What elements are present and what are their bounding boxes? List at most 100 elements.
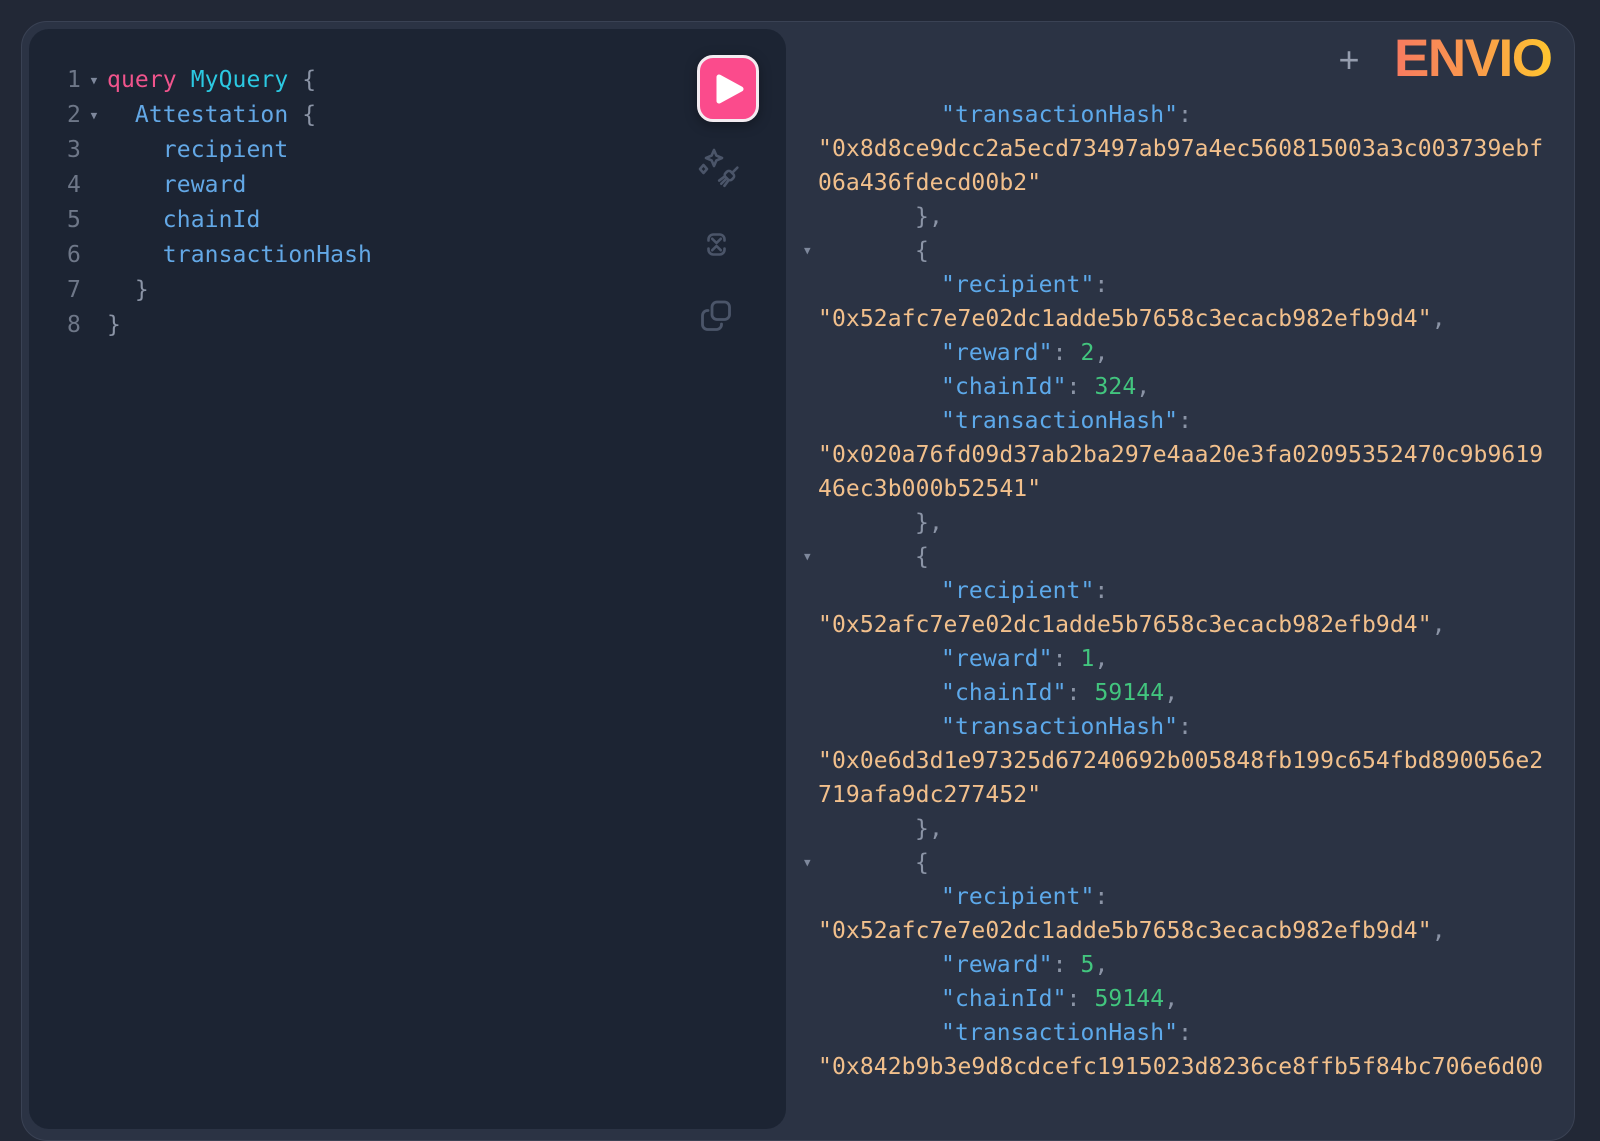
code-token: "chainId" [941,986,1067,1012]
editor-line[interactable]: 2▼ Attestation { [29,98,786,133]
code-token: , [1136,374,1150,400]
graphiql-app: { "colors": { "page_bg": "#222836", "car… [0,0,1600,1103]
editor-code: } [107,308,121,343]
code-token: : [1067,680,1095,706]
response-line: "recipient": [818,268,1575,302]
response-line: "0x842b9b3e9d8cdcefc1915023d8236ce8ffb5f… [818,1050,1575,1084]
code-token: reward [163,172,247,198]
code-token: MyQuery [191,67,289,93]
code-token: : [1178,714,1192,740]
response-line: "recipient": [818,574,1575,608]
code-token: "0x8d8ce9dcc2a5ecd73497ab97a4ec560815003… [818,136,1543,162]
code-token: { [915,238,929,264]
response-line: }, [818,812,1575,846]
response-line: "chainId": 59144, [818,982,1575,1016]
editor-code: transactionHash [107,238,372,273]
code-token: , [1432,612,1446,638]
fold-marker[interactable]: ▼ [81,63,107,98]
code-token: "chainId" [941,374,1067,400]
code-token: { [288,102,316,128]
code-token [107,172,163,198]
code-token: 324 [1094,374,1136,400]
code-token: : [1067,374,1095,400]
code-token: , [1432,306,1446,332]
code-token: 719afa9dc277452" [818,782,1041,808]
code-token: 2 [1080,340,1094,366]
editor-code: query MyQuery { [107,63,316,98]
response-viewer: "transactionHash": "0x8d8ce9dcc2a5ecd7349… [818,98,1575,1084]
response-line: "0x020a76fd09d37ab2ba297e4aa20e3fa020953… [818,438,1575,472]
response-line: "transactionHash": [818,710,1575,744]
code-token: }, [915,510,943,536]
code-token: "reward" [941,646,1053,672]
code-token: "0x52afc7e7e02dc1adde5b7658c3ecacb982efb… [818,612,1432,638]
line-number: 8 [29,308,81,343]
code-token: "transactionHash" [941,714,1178,740]
code-token: "reward" [941,952,1053,978]
editor-line[interactable]: 5 chainId [29,203,786,238]
code-token: : [1094,884,1108,910]
response-line: 06a436fdecd00b2" [818,166,1575,200]
code-token [107,102,135,128]
response-line: "0x8d8ce9dcc2a5ecd73497ab97a4ec560815003… [818,132,1575,166]
code-token: , [1164,680,1178,706]
code-token: , [1432,918,1446,944]
collapse-marker[interactable]: ▼ [804,846,811,880]
response-line: }, [818,506,1575,540]
merge-fragments-button[interactable] [698,226,735,263]
code-token [107,242,163,268]
collapse-marker[interactable]: ▼ [804,234,811,268]
copy-button[interactable] [696,296,736,338]
editor-line[interactable]: 6 transactionHash [29,238,786,273]
code-token: Attestation [135,102,288,128]
editor-line[interactable]: 1▼query MyQuery { [29,63,786,98]
fold-marker-empty [81,308,107,343]
response-line: "chainId": 59144, [818,676,1575,710]
line-number: 4 [29,168,81,203]
code-token: : [1053,340,1081,366]
response-line: "reward": 5, [818,948,1575,982]
code-token: : [1053,952,1081,978]
response-line: "reward": 1, [818,642,1575,676]
merge-fragments-icon [698,226,735,263]
code-token [107,137,163,163]
code-token: : [1067,986,1095,1012]
editor-code: chainId [107,203,260,238]
code-token: "recipient" [941,272,1094,298]
response-line: 46ec3b000b52541" [818,472,1575,506]
code-token: , [1164,986,1178,1012]
editor-line[interactable]: 8} [29,308,786,343]
code-token: "0x0e6d3d1e97325d67240692b005848fb199c65… [818,748,1543,774]
editor-line[interactable]: 7 } [29,273,786,308]
code-token: "0x52afc7e7e02dc1adde5b7658c3ecacb982efb… [818,306,1432,332]
code-token: "transactionHash" [941,1020,1178,1046]
line-number: 7 [29,273,81,308]
envio-logo[interactable]: ENVIO [1394,33,1551,85]
response-line: "transactionHash": [818,98,1575,132]
editor-line[interactable]: 3 recipient [29,133,786,168]
response-line: "reward": 2, [818,336,1575,370]
code-token: : [1178,1020,1192,1046]
editor-line[interactable]: 4 reward [29,168,786,203]
fold-marker-empty [81,133,107,168]
code-token [107,207,163,233]
code-token: 59144 [1094,986,1164,1012]
code-token: "transactionHash" [941,102,1178,128]
response-line: "0x52afc7e7e02dc1adde5b7658c3ecacb982efb… [818,914,1575,948]
code-token: "0x020a76fd09d37ab2ba297e4aa20e3fa020953… [818,442,1543,468]
code-token: : [1094,578,1108,604]
line-number: 1 [29,63,81,98]
execute-query-button[interactable] [697,55,759,122]
prettify-button[interactable] [697,147,743,198]
code-token: "recipient" [941,578,1094,604]
code-token: 59144 [1094,680,1164,706]
fold-marker-empty [81,203,107,238]
query-editor[interactable]: 1▼query MyQuery {2▼ Attestation {3 recip… [29,63,786,343]
collapse-marker[interactable]: ▼ [804,540,811,574]
add-tab-button[interactable]: + [1332,41,1366,81]
editor-code: recipient [107,133,288,168]
code-token: 06a436fdecd00b2" [818,170,1041,196]
code-token: { [915,544,929,570]
response-line: "chainId": 324, [818,370,1575,404]
fold-marker[interactable]: ▼ [81,98,107,133]
